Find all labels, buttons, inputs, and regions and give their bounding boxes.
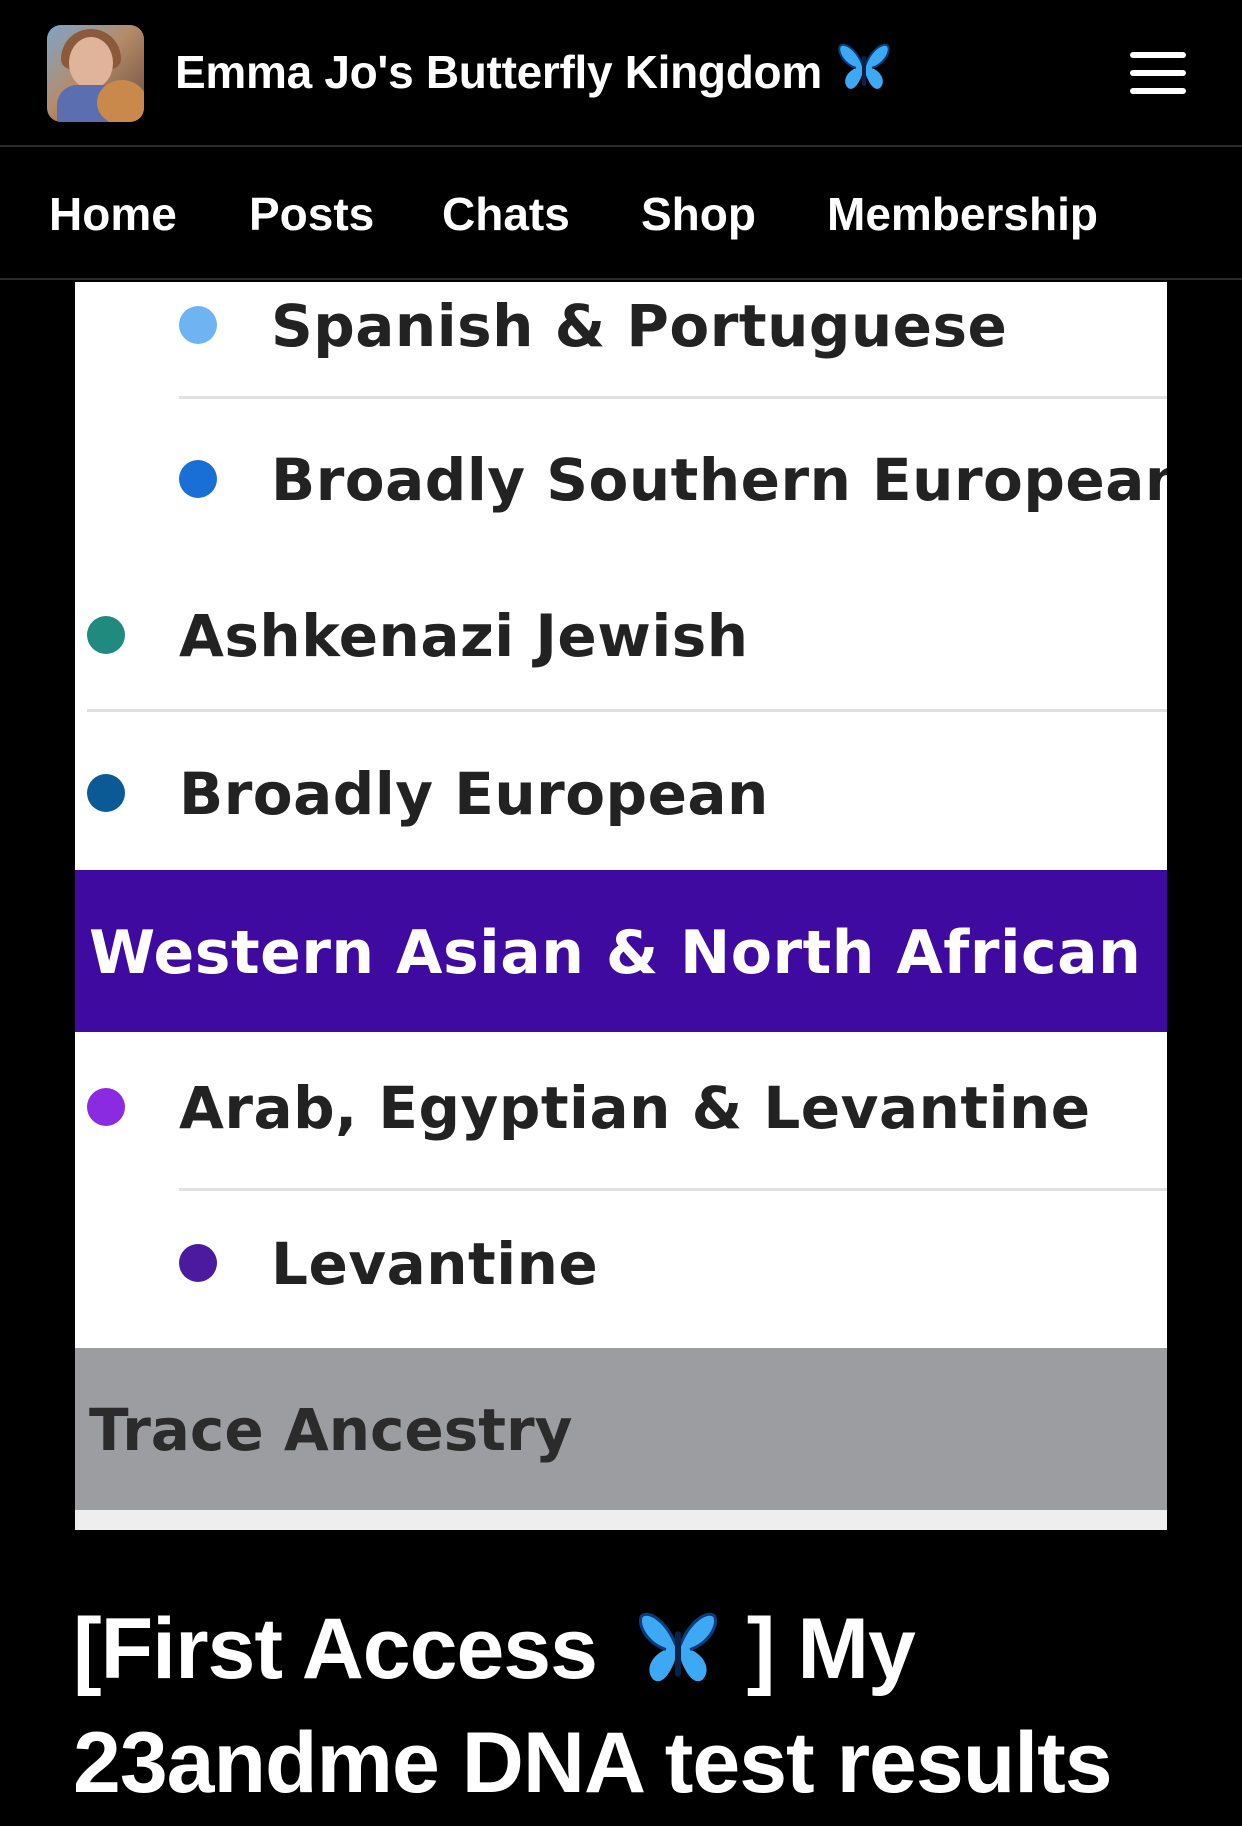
post-title-line-1: [First Access ] My (73, 1596, 1193, 1710)
nav-home[interactable]: Home (49, 187, 177, 241)
nav-shop[interactable]: Shop (641, 187, 756, 241)
trace-ancestry-bar: Trace Ancestry (75, 1348, 1167, 1510)
divider (179, 1188, 1167, 1191)
divider (179, 396, 1167, 399)
region-header-label: Western Asian & North African (89, 918, 1142, 988)
nav-posts[interactable]: Posts (249, 187, 374, 241)
color-dot (87, 1088, 125, 1126)
color-dot (179, 306, 217, 344)
top-bar: Emma Jo's Butterfly Kingdom (0, 0, 1242, 147)
ancestry-label: Ashkenazi Jewish (179, 602, 749, 670)
nav-membership[interactable]: Membership (827, 187, 1098, 241)
post-title-line-2: 23andme DNA test results (73, 1715, 1113, 1811)
color-dot (87, 774, 125, 812)
creator-avatar[interactable] (47, 25, 144, 122)
butterfly-icon (838, 42, 890, 103)
ancestry-label: Levantine (271, 1230, 599, 1298)
site-title-link[interactable]: Emma Jo's Butterfly Kingdom (175, 40, 890, 104)
nav-bar: Home Posts Chats Shop Membership (0, 147, 1242, 280)
image-bottom-strip (75, 1510, 1167, 1530)
site-title: Emma Jo's Butterfly Kingdom (175, 46, 822, 98)
avatar-face (69, 37, 113, 89)
ancestry-label: Broadly European (179, 760, 769, 828)
post-title-text: ] My (746, 1601, 916, 1697)
ancestry-label: Spanish & Portuguese (271, 292, 1008, 360)
butterfly-icon (638, 1604, 718, 1710)
ancestry-label: Arab, Egyptian & Levantine (179, 1074, 1091, 1142)
divider (87, 709, 1167, 712)
color-dot (179, 1244, 217, 1282)
ancestry-label: Broadly Southern European (271, 446, 1167, 514)
nav-chats[interactable]: Chats (442, 187, 570, 241)
post-image[interactable]: Spanish & Portuguese Broadly Southern Eu… (75, 282, 1167, 1530)
region-header: Western Asian & North African (75, 870, 1167, 1032)
color-dot (179, 460, 217, 498)
trace-ancestry-label: Trace Ancestry (89, 1396, 573, 1464)
post-title[interactable]: [First Access ] My 23andme DNA test resu… (73, 1596, 1193, 1816)
hamburger-menu-icon[interactable] (1130, 52, 1186, 94)
color-dot (87, 616, 125, 654)
avatar-teddy (97, 80, 144, 122)
post-title-text: [First Access (73, 1601, 598, 1697)
